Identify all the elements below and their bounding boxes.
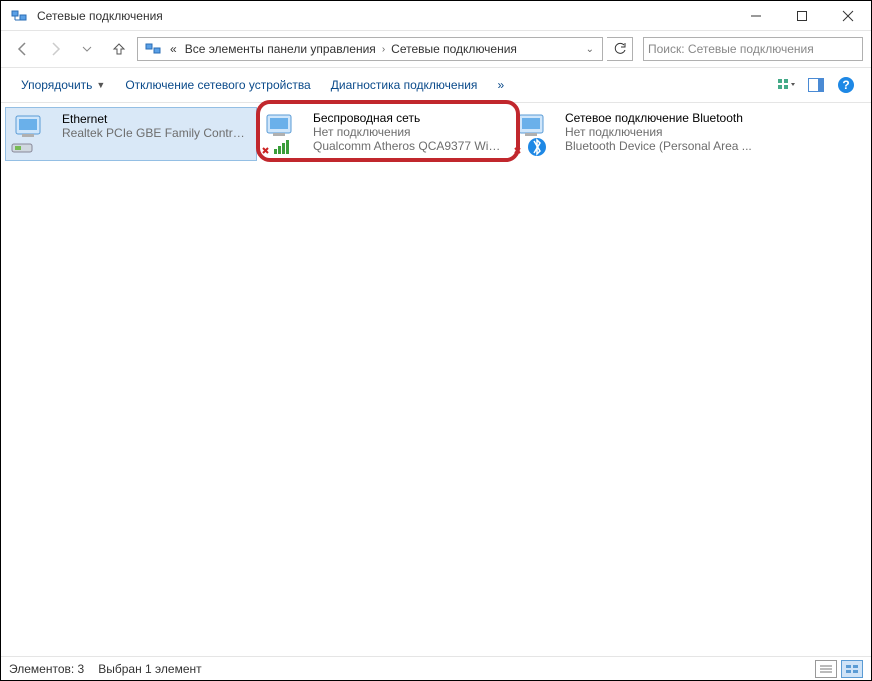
refresh-button[interactable] (607, 37, 633, 61)
toolbar: Упорядочить ▼ Отключение сетевого устрой… (1, 67, 871, 103)
connection-status: Нет подключения (565, 125, 752, 139)
organize-button[interactable]: Упорядочить ▼ (11, 74, 115, 96)
network-connections-window: Сетевые подключения « Все элементы панел… (1, 1, 871, 680)
help-button[interactable]: ? (833, 72, 859, 98)
bluetooth-icon (513, 111, 559, 157)
breadcrumb-seg2[interactable]: Сетевые подключения (387, 42, 521, 56)
titlebar: Сетевые подключения (1, 1, 871, 31)
connection-name: Сетевое подключение Bluetooth (565, 111, 752, 125)
content-pane[interactable]: Ethernet Realtek PCIe GBE Family Control… (1, 103, 871, 656)
svg-text:?: ? (842, 78, 849, 92)
selection-info: Выбран 1 элемент (98, 662, 201, 676)
close-button[interactable] (825, 1, 871, 31)
ethernet-icon (10, 112, 56, 158)
connection-item-bluetooth[interactable]: Сетевое подключение Bluetooth Нет подклю… (509, 107, 761, 161)
control-panel-icon (144, 40, 162, 58)
maximize-button[interactable] (779, 1, 825, 31)
connection-device: Qualcomm Atheros QCA9377 Wir... (313, 139, 501, 153)
app-icon (9, 6, 29, 26)
connection-device: Bluetooth Device (Personal Area ... (565, 139, 752, 153)
connection-item-ethernet[interactable]: Ethernet Realtek PCIe GBE Family Control… (5, 107, 257, 161)
icons-view-button[interactable] (841, 660, 863, 678)
connection-name: Ethernet (62, 112, 250, 126)
address-dropdown-icon[interactable]: ⌄ (580, 44, 600, 55)
statusbar: Элементов: 3 Выбран 1 элемент (1, 656, 871, 680)
toolbar-overflow-button[interactable]: » (487, 74, 514, 96)
search-input[interactable]: Поиск: Сетевые подключения (643, 37, 863, 61)
recent-button[interactable] (73, 35, 101, 63)
address-row: « Все элементы панели управления › Сетев… (1, 31, 871, 67)
connection-name: Беспроводная сеть (313, 111, 501, 125)
forward-button[interactable] (41, 35, 69, 63)
details-view-button[interactable] (815, 660, 837, 678)
breadcrumb-ellipsis[interactable]: « (166, 42, 181, 56)
window-title: Сетевые подключения (37, 9, 733, 23)
connection-status: Нет подключения (313, 125, 501, 139)
breadcrumb-seg1[interactable]: Все элементы панели управления (181, 42, 380, 56)
connection-item-wireless[interactable]: Беспроводная сеть Нет подключения Qualco… (257, 107, 509, 161)
item-count: Элементов: 3 (9, 662, 84, 676)
view-options-button[interactable] (773, 72, 799, 98)
chevron-right-icon: › (380, 44, 387, 55)
wireless-icon (261, 111, 307, 157)
diagnose-button[interactable]: Диагностика подключения (321, 74, 488, 96)
connection-device: Realtek PCIe GBE Family Controller (62, 126, 250, 140)
chevron-down-icon: ▼ (96, 80, 105, 90)
disable-device-button[interactable]: Отключение сетевого устройства (115, 74, 320, 96)
up-button[interactable] (105, 35, 133, 63)
preview-pane-button[interactable] (803, 72, 829, 98)
chevron-right-icon: » (497, 78, 504, 92)
minimize-button[interactable] (733, 1, 779, 31)
search-placeholder: Поиск: Сетевые подключения (648, 42, 814, 56)
address-bar[interactable]: « Все элементы панели управления › Сетев… (137, 37, 603, 61)
back-button[interactable] (9, 35, 37, 63)
